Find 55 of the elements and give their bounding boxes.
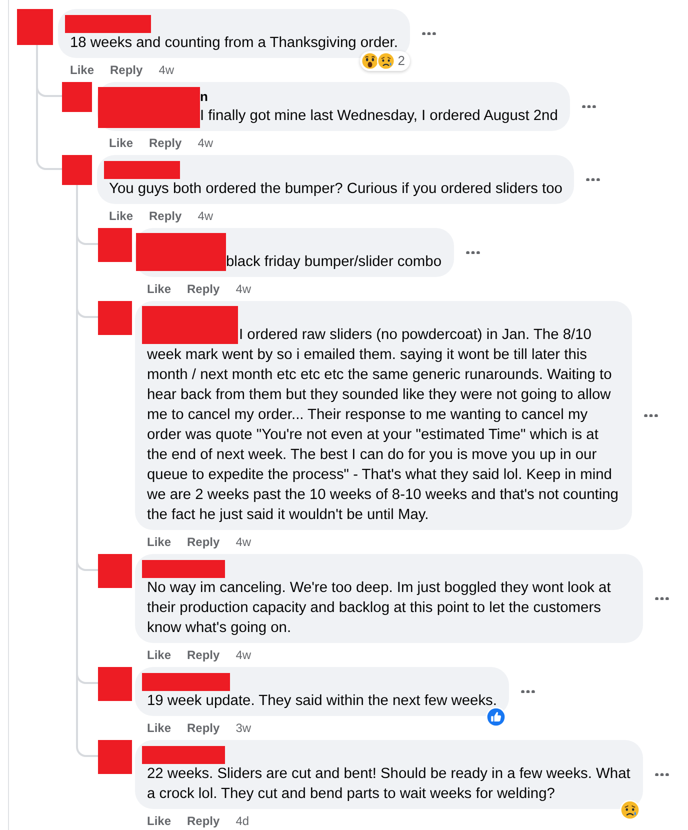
comment-text: You guys both ordered the bumper? Curious if you ordered sliders too [109,180,562,199]
comment-text: 22 weeks. Sliders are cut and bent! Should be ready in a few weeks. What a crock lol. They cut and bend parts to wait weeks for welding? [147,765,631,804]
more-icon [466,250,480,254]
comment-time[interactable]: 4d [236,813,250,829]
more-icon [644,414,658,418]
comment-time[interactable]: 3w [236,720,252,736]
like-link[interactable]: Like [147,647,172,663]
reply-link[interactable]: Reply [149,135,182,151]
avatar-redaction [98,554,132,588]
comment-text: I ordered raw sliders (no powdercoat) in Jan. The 8/10 week mark went by so i emailed them. saying it wont be till later this month / next month etc etc etc the same generic runarounds. Waiting to hear back from them but they sounded like they were not going to allow me to cancel my order... Their response to me wanting to cancel my order was quote "You're not even at your "estimated Time" which is at the end of next week. The best I can do for you is move you up in our queue to expedite the process" - That's what they said lol. Keep in mind we are 2 weeks past the 10 weeks of 8-10 weeks and that's not counting the fact he just said it wouldn't be until May. [147,326,620,525]
reaction-count: 2 [398,53,405,69]
comment-text: I finally got mine last Wednesday, I ordered August 2nd [199,107,558,126]
like-link[interactable]: Like [109,135,134,151]
reply-link[interactable]: Reply [149,208,182,224]
commenter-name[interactable]: n [200,88,208,106]
comment-time[interactable]: 4w [158,62,174,78]
comment-time[interactable]: 4w [236,534,252,550]
avatar-redaction [62,155,92,185]
reply-link[interactable]: Reply [187,647,220,663]
more-icon [586,178,600,182]
comment-text: 18 weeks and counting from a Thanksgiving order. [70,34,398,53]
comment-time[interactable]: 4w [198,135,214,151]
like-link[interactable]: Like [147,534,172,550]
comment-time[interactable]: 4w [236,281,252,297]
like-link[interactable]: Like [147,720,172,736]
crying-face-icon[interactable] [620,800,640,820]
thumbs-up-icon[interactable] [486,707,506,727]
comment-time[interactable]: 4w [236,647,252,663]
reply-link[interactable]: Reply [187,281,220,297]
more-icon [582,104,596,108]
avatar-redaction [17,9,53,45]
reply-link[interactable]: Reply [187,813,220,829]
avatar-redaction [98,667,132,701]
like-link[interactable]: Like [70,62,94,78]
comment-text: No way im canceling. We're too deep. Im just boggled they wont look at their production capacity and backlog at this point to let the customers know what's going on. [147,579,612,638]
like-link[interactable]: Like [147,281,172,297]
surprised-face-icon [360,52,379,70]
reply-link[interactable]: Reply [187,534,220,550]
reply-link[interactable]: Reply [110,62,143,78]
like-link[interactable]: Like [109,208,134,224]
reaction-summary[interactable]: 2 [360,51,410,71]
avatar-redaction [98,301,132,335]
like-link[interactable]: Like [147,813,172,829]
crying-face-icon [376,52,395,70]
reply-link[interactable]: Reply [187,720,220,736]
comment-text: black friday bumper/slider combo [225,253,442,272]
avatar-redaction [62,82,92,112]
more-icon [655,772,669,776]
more-icon [422,32,436,36]
more-icon [655,596,669,600]
avatar-redaction [98,740,132,774]
comment-time[interactable]: 4w [198,208,214,224]
comment-text: 19 week update. They said within the next few weeks. [147,692,497,711]
more-icon [520,690,535,694]
avatar-redaction [98,228,132,262]
